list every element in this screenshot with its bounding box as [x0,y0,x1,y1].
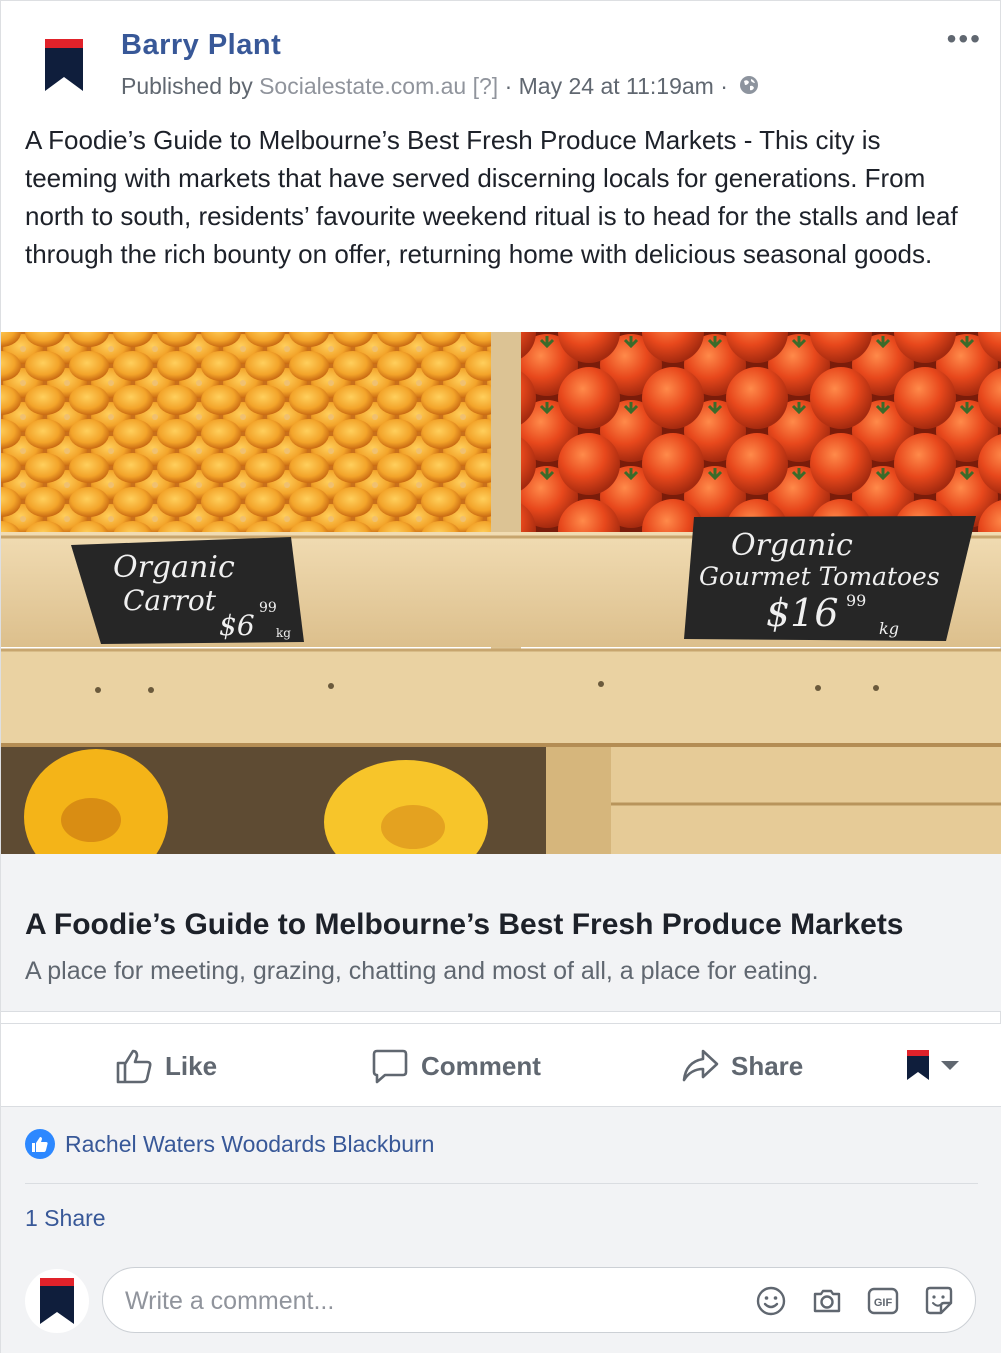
sign-right-line1: Organic [731,528,853,563]
like-button[interactable]: Like [115,1044,217,1088]
chalkboard-sign-carrot: Organic Carrot $6 99 kg [71,537,304,644]
bookmark-logo-icon [45,39,83,91]
post-body: A Foodie’s Guide to Melbourne’s Best Fre… [25,125,958,269]
sign-left-price: $6 [219,609,255,642]
reactions-summary[interactable]: Rachel Waters Woodards Blackburn [25,1129,434,1159]
comment-button[interactable]: Comment [371,1044,541,1088]
sign-left-unit: kg [276,626,291,640]
sign-right-unit: kg [879,619,899,638]
gif-icon[interactable]: GIF [867,1285,899,1317]
globe-icon[interactable] [738,74,760,102]
publisher-link[interactable]: Socialestate.com.au [259,73,466,99]
camera-icon[interactable] [811,1285,843,1317]
like-icon [116,1049,152,1084]
chalkboard-sign-tomatoes: Organic Gourmet Tomatoes $16 99 kg [684,516,976,641]
share-icon [682,1049,719,1082]
link-preview-title[interactable]: A Foodie’s Guide to Melbourne’s Best Fre… [25,908,904,942]
sign-left-cents: 99 [259,600,277,616]
post-footer: Rachel Waters Woodards Blackburn 1 Share [1,1107,1001,1353]
post-meta: Published by Socialestate.com.au [?] · M… [121,73,760,102]
sign-right-price: $16 [766,591,839,635]
likes-names[interactable]: Rachel Waters Woodards Blackburn [65,1131,434,1158]
meta-separator: · [504,73,513,99]
sign-right-line2: Gourmet Tomatoes [699,562,940,591]
meta-separator: · [720,73,728,99]
sign-left-line1: Organic [113,550,235,585]
like-badge-icon [25,1129,55,1159]
like-label: Like [165,1050,218,1081]
share-count[interactable]: 1 Share [25,1205,106,1232]
share-button[interactable]: Share [681,1044,803,1088]
dropdown-caret-icon [941,1061,959,1070]
post-as-selector[interactable] [907,1050,961,1080]
published-by-label: Published by [121,73,253,99]
share-label: Share [731,1050,804,1081]
post-card: Barry Plant Published by Socialestate.co… [0,0,1001,1353]
help-marker[interactable]: [?] [473,73,499,99]
post-action-bar: Like Comment Share [1,1023,1001,1107]
comment-input[interactable] [125,1282,725,1320]
comment-composer: GIF [102,1267,976,1333]
link-preview-description: A place for meeting, grazing, chatting a… [25,957,819,985]
commenter-avatar[interactable] [25,1269,89,1333]
produce-market-image: Organic Carrot $6 99 kg Organic Gourmet … [1,332,1001,854]
emoji-icon[interactable] [755,1285,787,1317]
post-photo[interactable]: Organic Carrot $6 99 kg Organic Gourmet … [1,332,1001,854]
sign-left-line2: Carrot [123,584,217,617]
link-preview[interactable]: A Foodie’s Guide to Melbourne’s Best Fre… [1,854,1001,1012]
sticker-icon[interactable] [923,1285,955,1317]
sign-right-cents: 99 [846,591,866,610]
comment-label: Comment [421,1050,541,1081]
more-icon[interactable]: ••• [947,25,982,53]
footer-divider [25,1183,978,1184]
post-date[interactable]: May 24 at 11:19am [519,73,714,99]
gif-label: GIF [874,1297,893,1309]
bookmark-logo-icon [907,1050,929,1080]
comment-icon [372,1049,408,1084]
bookmark-logo-icon [40,1278,74,1324]
page-name[interactable]: Barry Plant [121,29,281,62]
page-avatar[interactable] [45,39,83,91]
